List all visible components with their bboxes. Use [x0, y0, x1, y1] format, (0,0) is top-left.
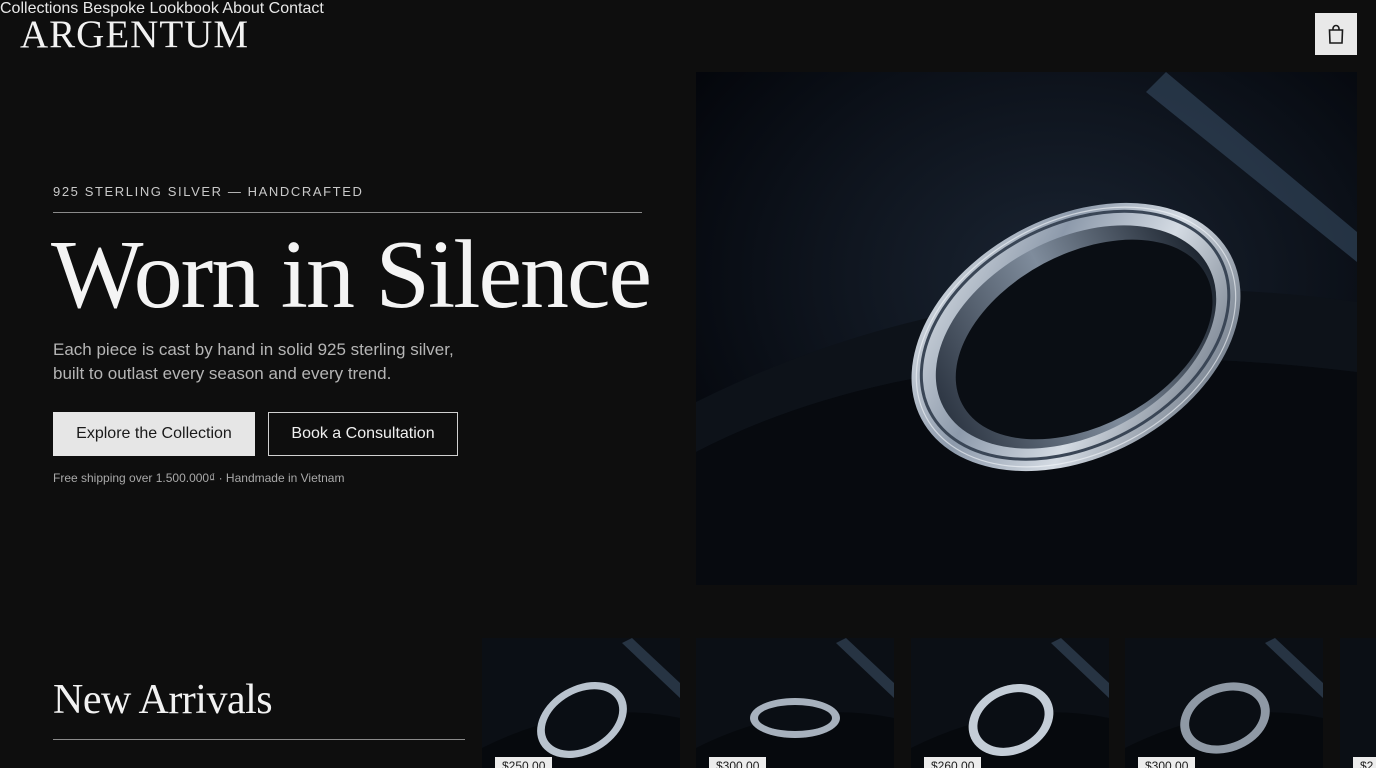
book-consultation-button[interactable]: Book a Consultation: [268, 412, 458, 456]
product-ring-image: [1340, 638, 1376, 768]
new-arrivals-title: New Arrivals: [53, 677, 273, 723]
product-card[interactable]: $2: [1340, 638, 1376, 768]
hero-ring-image: [696, 72, 1357, 585]
product-ring-image: [482, 638, 680, 768]
product-ring-image: [1125, 638, 1323, 768]
new-arrivals-divider: [53, 739, 465, 740]
product-price: $300.00: [1138, 757, 1196, 768]
product-price: $2: [1353, 757, 1376, 768]
product-card[interactable]: $250.00: [482, 638, 680, 768]
hero-subtitle: Each piece is cast by hand in solid 925 …: [53, 340, 454, 383]
hero-title: Worn in Silence: [51, 221, 652, 329]
product-ring-image: [696, 638, 894, 768]
product-card[interactable]: $260.00: [911, 638, 1109, 768]
product-card[interactable]: $300.00: [696, 638, 894, 768]
brand-logo[interactable]: ARGENTUM: [20, 12, 249, 57]
product-price: $300.00: [709, 757, 767, 768]
product-card[interactable]: $300.00: [1125, 638, 1323, 768]
hero-eyebrow: 925 STERLING SILVER — HANDCRAFTED: [53, 184, 364, 199]
explore-collection-button[interactable]: Explore the Collection: [53, 412, 255, 456]
product-price: $260.00: [924, 757, 982, 768]
product-price: $250.00: [495, 757, 553, 768]
shopping-bag-icon: [1328, 24, 1344, 44]
shipping-note: Free shipping over 1.500.000₫ · Handmade…: [53, 471, 345, 485]
cart-button[interactable]: [1315, 13, 1357, 55]
ring-photo: [696, 72, 1357, 585]
product-ring-image: [911, 638, 1109, 768]
nav-contact[interactable]: Contact: [269, 0, 324, 17]
hero-divider: [53, 212, 642, 213]
